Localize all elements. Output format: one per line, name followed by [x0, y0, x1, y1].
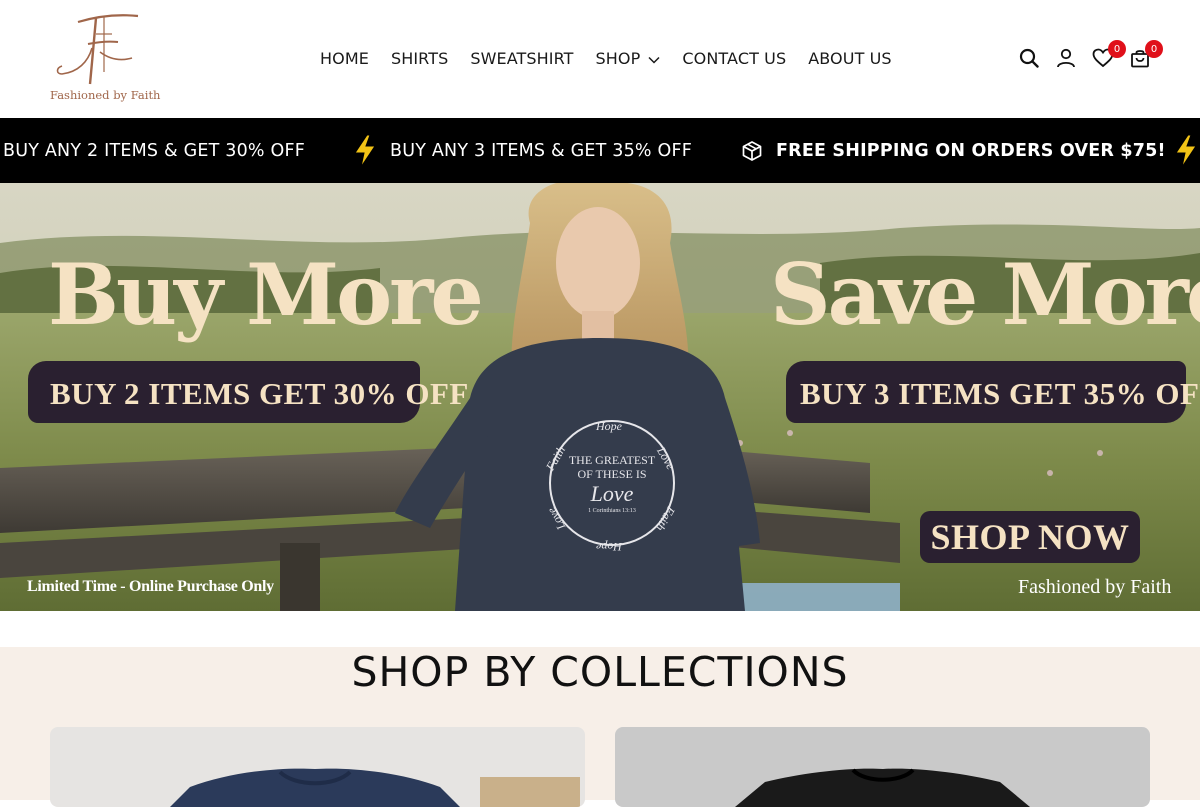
shirt-print: THE GREATEST OF THESE IS Love 1 Corinthi… — [566, 453, 658, 515]
hero-signature: Fashioned by Faith — [1018, 576, 1172, 598]
nav-home[interactable]: HOME — [320, 49, 369, 68]
announcement-item: BUY ANY 3 ITEMS & GET 35% OFF — [352, 118, 692, 183]
wishlist-count-badge: 0 — [1108, 40, 1126, 58]
nav-contact-us[interactable]: CONTACT US — [682, 49, 786, 68]
search-icon — [1019, 48, 1039, 68]
nav-about-us[interactable]: ABOUT US — [808, 49, 891, 68]
nav-shop-label: SHOP — [595, 48, 641, 68]
nav-sweatshirt[interactable]: SWEATSHIRT — [470, 49, 573, 68]
shirt-print-script: Love — [590, 481, 634, 506]
header-icons: 0 0 — [1018, 40, 1163, 72]
lightning-icon — [354, 134, 376, 167]
account-icon — [1057, 48, 1075, 68]
shirt-ring-word: Hope — [596, 540, 622, 554]
offer-left: BUY 2 ITEMS GET 30% OFF — [50, 376, 469, 411]
announcement-item — [1173, 118, 1199, 183]
search-button[interactable] — [1018, 44, 1040, 72]
wishlist-button[interactable]: 0 — [1092, 40, 1126, 72]
hero-headline-right: Save More — [770, 245, 1200, 344]
announcement-bar: BUY ANY 2 ITEMS & GET 30% OFF BUY ANY 3 … — [0, 118, 1200, 183]
offer-right: BUY 3 ITEMS GET 35% OFF — [800, 376, 1200, 411]
announcement-text: FREE SHIPPING ON ORDERS OVER $75! — [776, 140, 1166, 161]
package-box-icon — [742, 140, 762, 161]
shirt-print-line2: OF THESE IS — [577, 467, 647, 481]
announcement-text: BUY ANY 2 ITEMS & GET 30% OFF — [3, 140, 306, 161]
brand-logo[interactable]: Fashioned by Faith — [48, 12, 161, 104]
shirt-print-verse: 1 Corinthians 13:13 — [588, 508, 636, 514]
section-title: SHOP BY COLLECTIONS — [351, 648, 849, 696]
chevron-down-icon — [648, 49, 660, 68]
cart-button[interactable]: 0 — [1129, 40, 1163, 72]
hero-headline-left: Buy More — [48, 245, 484, 344]
cart-count-badge: 0 — [1145, 40, 1163, 58]
collections-section: SHOP BY COLLECTIONS — [0, 647, 1200, 807]
logo-monogram-icon — [56, 14, 139, 85]
account-button[interactable] — [1055, 44, 1077, 72]
shop-now-button[interactable]: SHOP NOW — [920, 511, 1140, 563]
site-header: Fashioned by Faith HOME SHIRTS SWEATSHIR… — [0, 0, 1200, 118]
hero-footnote: Limited Time - Online Purchase Only — [27, 578, 274, 595]
main-nav: HOME SHIRTS SWEATSHIRT SHOP CONTACT US A… — [320, 46, 892, 70]
nav-shop[interactable]: SHOP — [596, 49, 661, 68]
shirt-ring-word: Hope — [596, 419, 622, 433]
collection-card-sweatshirts[interactable] — [50, 727, 585, 807]
collection-card-shirts[interactable] — [615, 727, 1150, 807]
announcement-item: BUY ANY 2 ITEMS & GET 30% OFF — [3, 118, 305, 183]
logo-text: Fashioned by Faith — [50, 88, 161, 102]
hero-banner[interactable]: THE GREATEST OF THESE IS Love 1 Corinthi… — [0, 183, 1200, 611]
lightning-icon — [1175, 134, 1197, 167]
announcement-item: FREE SHIPPING ON ORDERS OVER $75! — [741, 118, 1166, 183]
collection-image — [50, 727, 585, 807]
nav-shirts[interactable]: SHIRTS — [391, 49, 448, 68]
announcement-text: BUY ANY 3 ITEMS & GET 35% OFF — [390, 140, 693, 161]
collection-image — [615, 727, 1150, 807]
shirt-print-line1: THE GREATEST — [568, 453, 656, 467]
